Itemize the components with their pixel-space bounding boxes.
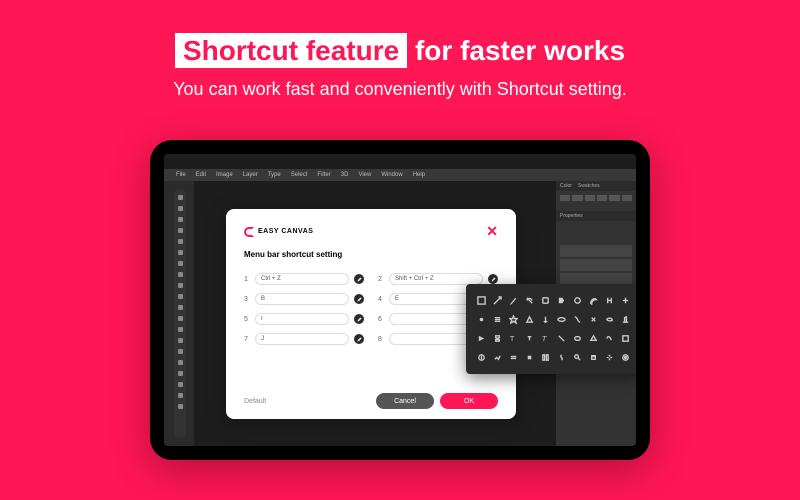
brand-text: EASY CANVAS xyxy=(258,228,313,235)
shortcut-grid: 1 Ctrl + Z 2 Shift + Ctrl + Z 3 B 4 E xyxy=(244,273,498,393)
panel-tab[interactable]: Swatches xyxy=(578,183,600,189)
tool-icon[interactable] xyxy=(490,292,504,309)
hero-title: Shortcut feature for faster works xyxy=(0,0,800,67)
shortcut-number: 1 xyxy=(244,276,250,283)
edit-icon[interactable] xyxy=(354,314,364,324)
panel-tab[interactable]: Properties xyxy=(560,213,583,219)
menu-item[interactable]: Filter xyxy=(317,172,330,178)
icon-picker-popover[interactable]: T T xyxy=(466,284,636,374)
cancel-button[interactable]: Cancel xyxy=(376,393,434,409)
edit-icon[interactable] xyxy=(354,334,364,344)
shortcut-row: 1 Ctrl + Z xyxy=(244,273,364,285)
hero-subtitle: You can work fast and conveniently with … xyxy=(0,79,800,100)
tool-icon[interactable] xyxy=(603,330,617,347)
tool-icon[interactable] xyxy=(474,292,488,309)
tool-icon[interactable] xyxy=(571,292,585,309)
shortcut-number: 4 xyxy=(378,296,384,303)
tool-icon[interactable] xyxy=(587,292,601,309)
shortcut-input[interactable]: J xyxy=(255,333,349,345)
tool-icon[interactable] xyxy=(522,349,536,366)
tool-icon[interactable] xyxy=(555,292,569,309)
menu-item[interactable]: File xyxy=(176,172,186,178)
shortcut-number: 5 xyxy=(244,316,250,323)
tool-icon[interactable] xyxy=(506,349,520,366)
tool-icon[interactable] xyxy=(555,330,569,347)
menu-item[interactable]: Window xyxy=(381,172,402,178)
svg-text:T: T xyxy=(510,334,515,343)
tool-icon[interactable] xyxy=(603,349,617,366)
tool-icon[interactable] xyxy=(619,292,633,309)
tablet-screen: File Edit Image Layer Type Select Filter… xyxy=(164,154,636,446)
tool-icon[interactable] xyxy=(587,330,601,347)
ok-button[interactable]: OK xyxy=(440,393,498,409)
edit-icon[interactable] xyxy=(354,274,364,284)
ps-titlebar xyxy=(164,154,636,169)
tool-icon[interactable] xyxy=(538,292,552,309)
shortcut-row: 5 I xyxy=(244,313,364,325)
ps-toolbar[interactable] xyxy=(164,181,194,446)
menu-item[interactable]: Edit xyxy=(196,172,206,178)
brand-logo-icon xyxy=(244,227,254,237)
hero-highlight: Shortcut feature xyxy=(175,33,407,68)
shortcut-number: 6 xyxy=(378,316,384,323)
ps-menubar[interactable]: File Edit Image Layer Type Select Filter… xyxy=(164,169,636,181)
shortcut-row: 3 B xyxy=(244,293,364,305)
tool-icon[interactable] xyxy=(474,349,488,366)
shortcut-input[interactable]: B xyxy=(255,293,349,305)
tool-icon[interactable]: T xyxy=(506,330,520,347)
tool-icon[interactable] xyxy=(474,330,488,347)
tool-icon[interactable] xyxy=(522,330,536,347)
tool-icon[interactable] xyxy=(587,311,601,328)
menu-item[interactable]: 3D xyxy=(341,172,349,178)
menu-item[interactable]: Type xyxy=(268,172,281,178)
tool-icon[interactable] xyxy=(571,349,585,366)
shortcut-number: 2 xyxy=(378,276,384,283)
menu-item[interactable]: Image xyxy=(216,172,233,178)
panel-tab[interactable]: Color xyxy=(560,183,572,189)
hero-rest: for faster works xyxy=(407,35,625,66)
shortcut-number: 8 xyxy=(378,336,384,343)
tool-icon[interactable] xyxy=(522,292,536,309)
tool-icon[interactable] xyxy=(522,311,536,328)
tool-icon[interactable]: T xyxy=(538,330,552,347)
modal-title: Menu bar shortcut setting xyxy=(244,250,498,259)
tool-icon[interactable] xyxy=(587,349,601,366)
shortcut-input[interactable]: I xyxy=(255,313,349,325)
tool-icon[interactable] xyxy=(571,330,585,347)
tool-icon[interactable] xyxy=(555,349,569,366)
tablet-frame: File Edit Image Layer Type Select Filter… xyxy=(150,140,650,460)
tool-icon[interactable] xyxy=(555,311,569,328)
edit-icon[interactable] xyxy=(354,294,364,304)
close-icon[interactable]: ✕ xyxy=(486,223,498,240)
tool-icon[interactable] xyxy=(619,311,633,328)
shortcut-input[interactable]: Ctrl + Z xyxy=(255,273,349,285)
tool-icon[interactable] xyxy=(490,330,504,347)
tool-icon[interactable] xyxy=(506,292,520,309)
tool-icon[interactable] xyxy=(538,311,552,328)
tool-icon[interactable] xyxy=(619,349,633,366)
default-link[interactable]: Default xyxy=(244,398,266,405)
tool-icon[interactable] xyxy=(474,311,488,328)
menu-item[interactable]: Layer xyxy=(243,172,258,178)
brand: EASY CANVAS xyxy=(244,227,313,237)
tool-icon[interactable] xyxy=(603,311,617,328)
tool-icon[interactable] xyxy=(538,349,552,366)
tool-icon[interactable] xyxy=(603,292,617,309)
menu-item[interactable]: Select xyxy=(291,172,308,178)
edit-icon[interactable] xyxy=(488,274,498,284)
tool-icon[interactable] xyxy=(490,349,504,366)
tool-icon[interactable] xyxy=(506,311,520,328)
svg-text:T: T xyxy=(542,334,547,343)
shortcut-number: 3 xyxy=(244,296,250,303)
shortcut-number: 7 xyxy=(244,336,250,343)
tool-icon[interactable] xyxy=(571,311,585,328)
tool-icon[interactable] xyxy=(619,330,633,347)
shortcut-row: 7 J xyxy=(244,333,364,345)
tool-icon[interactable] xyxy=(490,311,504,328)
menu-item[interactable]: Help xyxy=(413,172,425,178)
menu-item[interactable]: View xyxy=(358,172,371,178)
